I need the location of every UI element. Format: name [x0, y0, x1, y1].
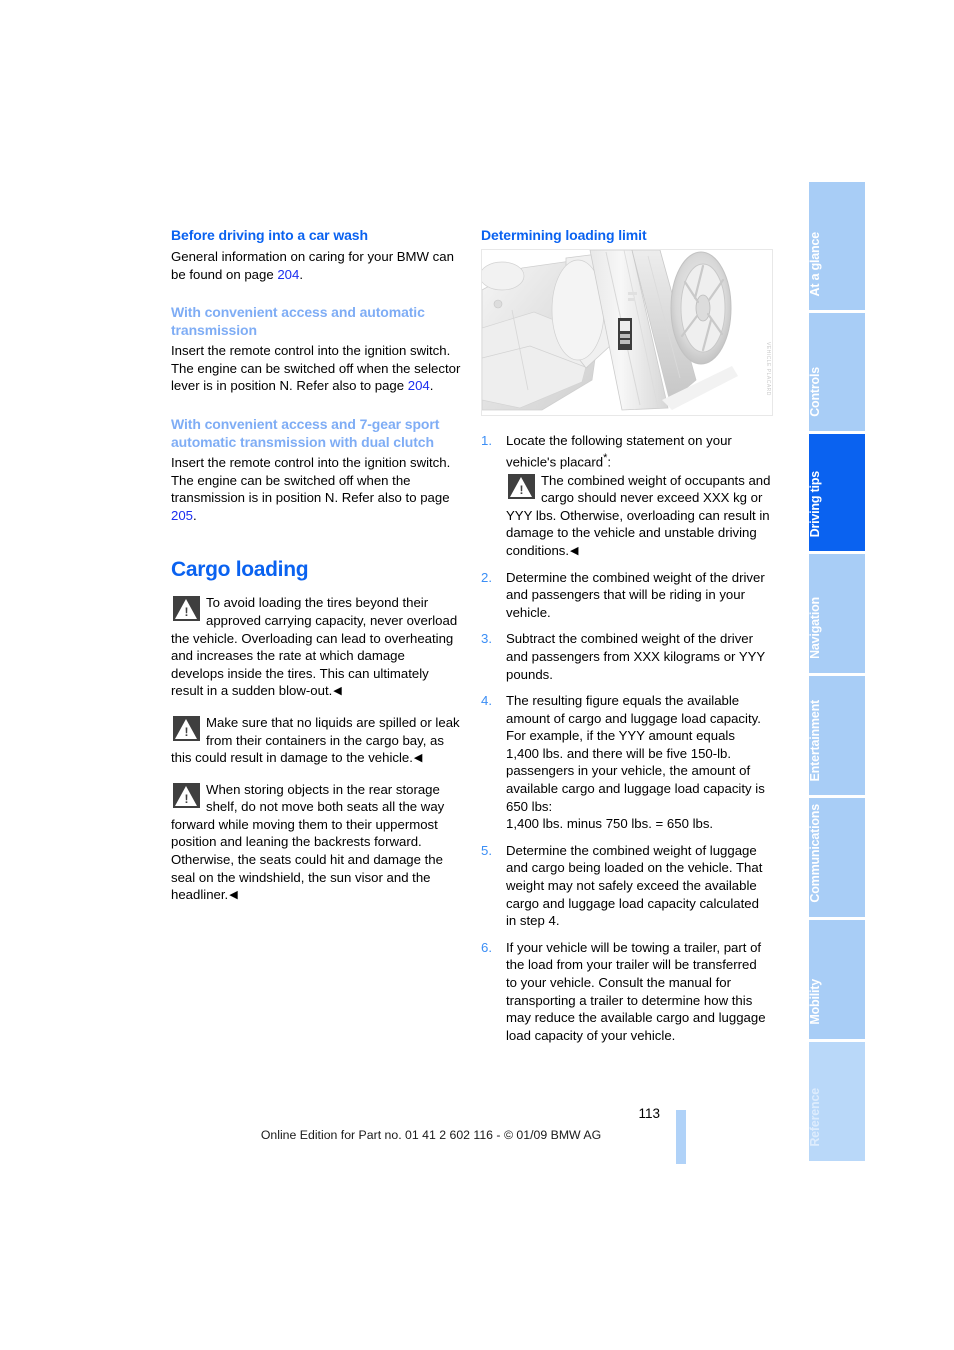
warning-endmark-liquids: ◀: [413, 752, 423, 765]
tab-label-at-a-glance: At a glance: [808, 231, 822, 297]
warning-text-rear-storage-shelf: When storing objects in the rear storage…: [171, 781, 445, 903]
step-1-text: Locate the following statement on your v…: [506, 433, 732, 469]
manual-page: Before driving into a car wash General i…: [0, 0, 954, 1350]
step-item-1: Locate the following statement on your v…: [481, 432, 771, 560]
paragraph-car-wash-period: .: [299, 266, 304, 282]
tab-driving-tips[interactable]: Driving tips: [808, 434, 865, 551]
warning-endmark-rear-storage-shelf: ◀: [229, 889, 238, 902]
warning-block-tire-capacity: ! To avoid loading the tires beyond thei…: [171, 594, 461, 700]
warning-triangle-icon: !: [173, 715, 200, 741]
page-number: 113: [638, 1106, 660, 1121]
tab-label-controls: Controls: [808, 367, 822, 417]
step-1-text-end: :: [607, 453, 612, 469]
step-item-4: The resulting figure equals the availabl…: [481, 692, 771, 833]
heading-determining-loading-limit: Determining loading limit: [481, 227, 647, 243]
paragraph-car-wash-info: General information on caring for your B…: [171, 248, 461, 283]
heading-before-car-wash: Before driving into a car wash: [171, 227, 368, 243]
left-column: Before driving into a car wash General i…: [171, 226, 461, 918]
door-sill-placard-illustration: VEHICLE PLACARD: [481, 249, 773, 416]
warning-triangle-icon: !: [508, 473, 535, 499]
paragraph-engine-off-automatic: The engine can be switched off when the …: [171, 360, 461, 395]
warning-text-combined-weight: The combined weight of occupants and car…: [506, 472, 771, 558]
warning-triangle-icon: !: [173, 782, 200, 808]
tab-mobility[interactable]: Mobility: [808, 920, 865, 1039]
paragraph-engine-off-dual-clutch-period: .: [193, 507, 197, 523]
tab-reference[interactable]: Reference: [808, 1042, 865, 1161]
paragraph-engine-off-automatic-period: .: [429, 378, 434, 394]
tab-label-mobility: Mobility: [808, 979, 822, 1025]
door-sill-placard-svg: [482, 250, 772, 415]
paragraph-engine-off-dual-clutch: The engine can be switched off when the …: [171, 472, 461, 525]
heading-convenient-access-dual-clutch: With convenient access and 7-gear sport …: [171, 415, 440, 450]
tab-label-reference: Reference: [808, 1088, 822, 1147]
chapter-tab-strip: At a glance Controls Driving tips Naviga…: [808, 182, 865, 1164]
tab-entertainment[interactable]: Entertainment: [808, 676, 865, 795]
warning-block-rear-storage-shelf: ! When storing objects in the rear stora…: [171, 781, 461, 904]
warning-endmark-tire-capacity: ◀: [333, 685, 342, 698]
loading-limit-steps-list: Locate the following statement on your v…: [481, 432, 771, 1044]
figure-code-label: VEHICLE PLACARD: [765, 342, 771, 396]
tab-label-navigation: Navigation: [808, 597, 822, 659]
warning-block-liquids: ! Make sure that no liquids are spilled …: [171, 714, 461, 767]
step-item-6: If your vehicle will be towing a trailer…: [481, 939, 766, 1043]
tab-label-entertainment: Entertainment: [808, 699, 822, 781]
step-item-2: Determine the combined weight of the dri…: [481, 569, 765, 620]
paragraph-insert-remote-dual-clutch: Insert the remote control into the ignit…: [171, 454, 451, 470]
tab-navigation[interactable]: Navigation: [808, 554, 865, 673]
warning-endmark-combined-weight: ◀: [570, 544, 579, 557]
paragraph-car-wash-text: General information on caring for your B…: [171, 249, 454, 282]
tab-at-a-glance[interactable]: At a glance: [808, 182, 865, 310]
footer-edition-note: Online Edition for Part no. 01 41 2 602 …: [260, 1128, 602, 1142]
heading-convenient-access-automatic: With convenient access and automatic tra…: [171, 304, 425, 339]
tab-label-communications: Communications: [808, 804, 822, 903]
heading-cargo-loading: Cargo loading: [171, 558, 309, 582]
warning-block-combined-weight: ! The combined weight of occupants and c…: [506, 472, 771, 560]
page-reference-204b[interactable]: 204: [408, 378, 430, 393]
page-reference-205[interactable]: 205: [171, 508, 193, 523]
step-4-calculation: 1,400 lbs. minus 750 lbs. = 650 lbs.: [506, 816, 714, 832]
step-item-3: Subtract the combined weight of the driv…: [481, 630, 765, 682]
warning-text-tire-capacity: To avoid loading the tires beyond their …: [171, 595, 458, 699]
right-column: Determining loading limit VEHICLE PLACAR…: [481, 226, 773, 1053]
tab-communications[interactable]: Communications: [808, 798, 865, 917]
step-item-5: Determine the combined weight of luggage…: [481, 842, 763, 929]
step-4-text: The resulting figure equals the availabl…: [506, 693, 765, 814]
tab-controls[interactable]: Controls: [808, 313, 865, 431]
page-reference-204a[interactable]: 204: [277, 267, 299, 282]
warning-triangle-icon: !: [173, 596, 200, 622]
paragraph-insert-remote-automatic: Insert the remote control into the ignit…: [171, 343, 451, 359]
paragraph-engine-off-dual-clutch-text: The engine can be switched off when the …: [171, 472, 450, 506]
tab-label-driving-tips: Driving tips: [808, 470, 822, 537]
